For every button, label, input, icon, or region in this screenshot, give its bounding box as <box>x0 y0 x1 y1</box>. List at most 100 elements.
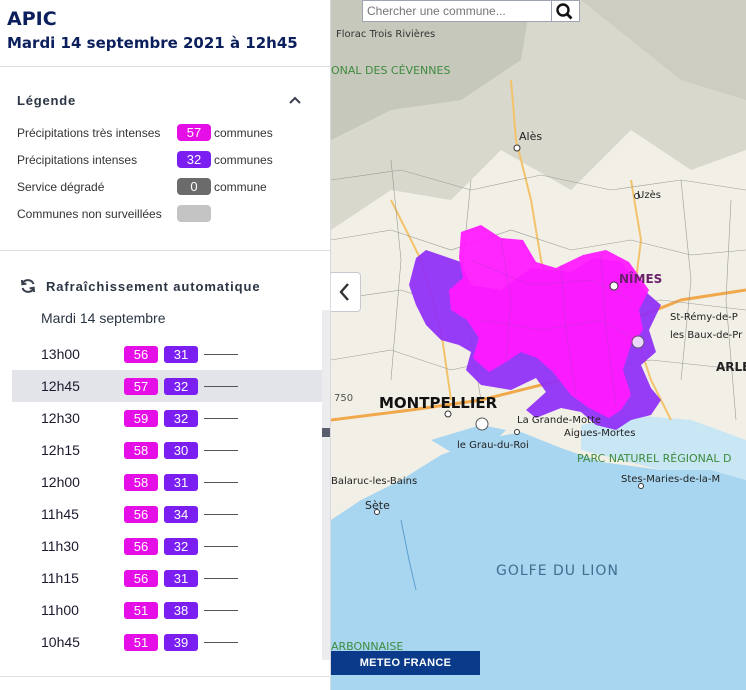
intense-count: 34 <box>164 506 198 523</box>
intense-count: 32 <box>164 410 198 427</box>
scrollbar-thumb[interactable] <box>322 428 330 437</box>
divider <box>0 66 330 67</box>
app-title: APIC <box>7 8 57 30</box>
map-label-golfe-du-lion: GOLFE DU LION <box>496 563 619 579</box>
timeline-list[interactable]: Mardi 14 septembre 13h00 56 31 12h45 57 32 12h… <box>12 308 323 664</box>
map-label-aigues-mortes: Aigues-Mortes <box>564 428 636 439</box>
search-input[interactable] <box>362 0 552 22</box>
legend-item-label: Précipitations intenses <box>17 153 138 167</box>
legend-item-unit: communes <box>214 153 273 167</box>
map-label-montpellier: MONTPELLIER <box>379 394 498 412</box>
timeline-divider <box>204 610 238 611</box>
unmonitored-swatch <box>177 205 211 222</box>
very-intense-count: 51 <box>124 634 158 651</box>
timeline-divider <box>204 450 238 451</box>
very-intense-count: 58 <box>124 474 158 491</box>
legend-item-label: Service dégradé <box>17 180 105 194</box>
auto-refresh-toggle[interactable]: Rafraîchissement automatique <box>46 279 260 294</box>
timeline-row[interactable]: 11h15 56 31 <box>12 562 323 594</box>
intense-count: 32 <box>164 538 198 555</box>
legend-item-unit: commune <box>214 180 267 194</box>
map-label-grau-du-roi: le Grau-du-Roi <box>457 440 529 451</box>
timeline-row[interactable]: 12h30 59 32 <box>12 402 323 434</box>
map-canvas[interactable] <box>331 0 746 690</box>
map-label-sete: Sète <box>365 499 390 512</box>
intense-count: 31 <box>164 474 198 491</box>
search-icon <box>556 3 573 20</box>
timeline-row[interactable]: 10h45 51 39 <box>12 626 323 658</box>
chevron-left-icon <box>339 283 349 301</box>
intense-count: 32 <box>164 378 198 395</box>
timeline-divider <box>204 354 238 355</box>
timeline-time: 12h00 <box>41 474 80 490</box>
very-intense-count: 59 <box>124 410 158 427</box>
timeline-divider <box>204 546 238 547</box>
timeline-row[interactable]: 11h45 56 34 <box>12 498 323 530</box>
refresh-icon[interactable] <box>19 277 37 295</box>
very-intense-count: 56 <box>124 346 158 363</box>
side-panel: APIC Mardi 14 septembre 2021 à 12h45 Lég… <box>0 0 331 690</box>
map-label-ales: Alès <box>519 130 543 143</box>
map-label-cevennes: ONAL DES CÉVENNES <box>331 64 451 77</box>
very-intense-count: 51 <box>124 602 158 619</box>
intense-count: 39 <box>164 634 198 651</box>
legend-item-very-intense: Précipitations très intenses 57 communes <box>17 124 317 142</box>
very-intense-count: 57 <box>124 378 158 395</box>
timeline-divider <box>204 482 238 483</box>
timeline-row[interactable]: 12h15 58 30 <box>12 434 323 466</box>
intense-count: 38 <box>164 602 198 619</box>
legend-item-degraded: Service dégradé 0 commune <box>17 178 317 196</box>
very-intense-count: 58 <box>124 442 158 459</box>
timeline-divider <box>204 418 238 419</box>
map-view[interactable]: Florac Trois Rivières ONAL DES CÉVENNES … <box>331 0 746 690</box>
page-subtitle: Mardi 14 septembre 2021 à 12h45 <box>7 34 298 52</box>
timeline-row[interactable]: 11h00 51 38 <box>12 594 323 626</box>
map-label-nimes: NÎMES <box>619 272 663 286</box>
intense-count: 30 <box>164 442 198 459</box>
collapse-panel-button[interactable] <box>331 272 361 312</box>
chevron-up-icon[interactable] <box>287 92 303 108</box>
map-label-st-remy: St-Rémy-de-P <box>670 312 738 323</box>
timeline-divider <box>204 386 238 387</box>
degraded-count-badge: 0 <box>177 178 211 195</box>
timeline-time: 12h30 <box>41 410 80 426</box>
intense-count: 31 <box>164 346 198 363</box>
timeline-divider <box>204 578 238 579</box>
timeline-date: Mardi 14 septembre <box>41 310 166 326</box>
timeline-time: 12h45 <box>41 378 80 394</box>
map-label-saintes-maries: Stes-Maries-de-la-M <box>621 474 721 485</box>
timeline-time: 13h00 <box>41 346 80 362</box>
legend-item-unit: communes <box>214 126 273 140</box>
very-intense-count: 56 <box>124 538 158 555</box>
timeline-row[interactable]: 12h45 57 32 <box>12 370 323 402</box>
timeline-row[interactable]: 12h00 58 31 <box>12 466 323 498</box>
map-label-altitude: 750 <box>334 393 354 404</box>
map-label-baux: les Baux-de-Pr <box>670 330 743 341</box>
very-intense-count: 56 <box>124 506 158 523</box>
map-label-parc-camargue: PARC NATUREL RÉGIONAL D <box>577 452 732 465</box>
intense-count-badge: 32 <box>177 151 211 168</box>
map-label-uzes: Uzès <box>637 190 661 201</box>
legend-item-intense: Précipitations intenses 32 communes <box>17 151 317 169</box>
timeline-scrollbar[interactable] <box>322 310 330 660</box>
very-intense-count: 56 <box>124 570 158 587</box>
meteo-france-logo: METEO FRANCE <box>331 651 480 675</box>
intense-count: 31 <box>164 570 198 587</box>
map-label-arles: ARLE <box>716 360 746 374</box>
timeline-time: 11h15 <box>41 570 79 586</box>
legend-item-unmonitored: Communes non surveillées <box>17 205 317 223</box>
timeline-divider <box>204 514 238 515</box>
very-intense-count-badge: 57 <box>177 124 211 141</box>
timeline-time: 10h45 <box>41 634 80 650</box>
map-label-grande-motte: La Grande-Motte <box>517 415 602 426</box>
map-label-florac: Florac Trois Rivières <box>336 29 436 40</box>
timeline-row[interactable]: 11h30 56 32 <box>12 530 323 562</box>
timeline-time: 11h00 <box>41 602 79 618</box>
timeline-row[interactable]: 13h00 56 31 <box>12 338 323 370</box>
legend-item-label: Communes non surveillées <box>17 207 162 221</box>
search-button[interactable] <box>552 0 580 22</box>
timeline-time: 11h45 <box>41 506 79 522</box>
divider <box>0 676 331 677</box>
map-label-balaruc: Balaruc-les-Bains <box>331 476 418 487</box>
timeline-divider <box>204 642 238 643</box>
